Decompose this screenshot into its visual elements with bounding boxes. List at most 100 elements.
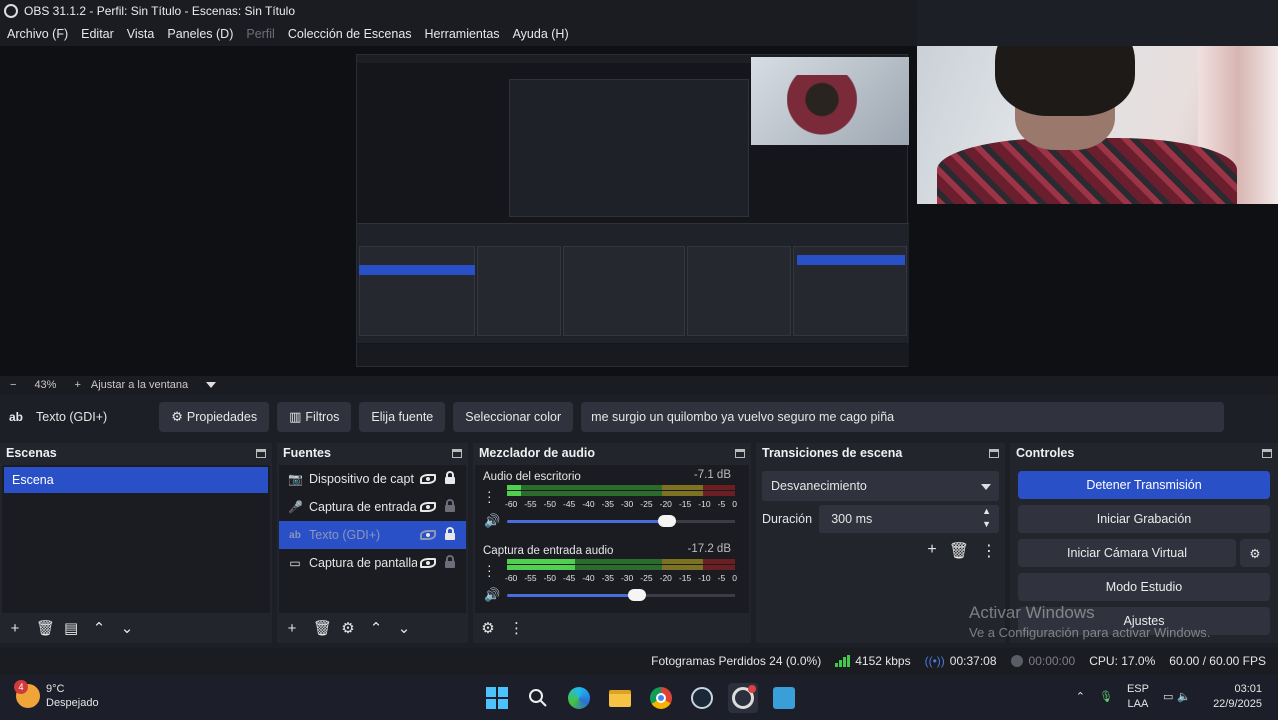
start-recording-button[interactable]: Iniciar Grabación	[1018, 505, 1270, 533]
windows-start-icon[interactable]	[482, 683, 512, 713]
stop-streaming-button[interactable]: Detener Transmisión	[1018, 471, 1270, 499]
scenes-dock: Escenas Escena + 🗑 ▤ ⌃ ⌄	[0, 443, 272, 643]
meter-tick-label: -20	[659, 573, 672, 583]
source-item[interactable]: 📷 Dispositivo de capt	[279, 465, 466, 493]
volume-icon[interactable]: 🔈	[1177, 690, 1191, 705]
gear-icon[interactable]: ⚙	[341, 619, 355, 637]
scene-item[interactable]: Escena	[4, 467, 268, 493]
microphone-icon[interactable]: 🎙	[1099, 690, 1113, 705]
add-icon[interactable]: +	[927, 541, 936, 561]
color-button[interactable]: Seleccionar color	[453, 402, 574, 432]
more-icon[interactable]: ⋮	[981, 541, 997, 561]
clock[interactable]: 03:01 22/9/2025	[1213, 682, 1262, 712]
source-item-selected[interactable]: ab Texto (GDI+)	[279, 521, 466, 549]
filters-button[interactable]: ▥ Filtros	[277, 402, 352, 432]
zoom-dropdown-icon[interactable]	[206, 382, 217, 388]
language-indicator[interactable]: ESP LAA	[1127, 682, 1149, 712]
studio-mode-button[interactable]: Modo Estudio	[1018, 573, 1270, 601]
chevron-up-icon[interactable]: ⌃	[369, 619, 383, 637]
lock-icon[interactable]	[445, 555, 455, 568]
rec-time-value: 00:00:00	[1028, 654, 1076, 668]
lock-icon[interactable]	[445, 471, 455, 484]
search-icon[interactable]	[523, 683, 553, 713]
lock-icon[interactable]	[445, 527, 455, 540]
chevron-down-icon[interactable]: ▼	[982, 519, 991, 529]
weather-widget[interactable]: 4 9°C Despejado	[14, 680, 99, 710]
eye-icon[interactable]	[420, 556, 436, 570]
zoom-in-button[interactable]: +	[74, 379, 80, 391]
advanced-audio-icon[interactable]: ⚙	[481, 619, 495, 637]
trash-icon[interactable]: 🗑	[36, 619, 55, 637]
speaker-icon[interactable]: 🔊	[484, 587, 500, 603]
obs-logo-icon	[4, 4, 18, 18]
chevron-up-icon[interactable]: ⌃	[1076, 690, 1085, 705]
preview-canvas[interactable]	[0, 46, 1278, 376]
app-icon[interactable]	[769, 683, 799, 713]
menu-herramientas[interactable]: Herramientas	[425, 27, 500, 41]
chevron-down-icon[interactable]: ⌄	[120, 619, 134, 637]
add-icon[interactable]: +	[8, 620, 22, 637]
meter-tick-label: -5	[717, 573, 726, 583]
clock-time: 03:01	[1234, 683, 1262, 695]
meter-ticks: -60 -55 -50 -45 -40 -35 -30 -25 -20 -15 -10 -5 0	[505, 573, 737, 583]
undock-icon[interactable]	[1262, 448, 1272, 458]
virtual-camera-settings-button[interactable]: ⚙	[1240, 539, 1270, 567]
duration-spinbox[interactable]: 300 ms ▲ ▼	[819, 505, 999, 533]
add-icon[interactable]: +	[285, 620, 299, 637]
undock-icon[interactable]	[256, 448, 266, 458]
chevron-up-icon[interactable]: ⌃	[92, 619, 106, 637]
menu-paneles[interactable]: Paneles (D)	[167, 27, 233, 41]
more-icon[interactable]: · · ·	[487, 558, 492, 582]
menu-coleccion-escenas[interactable]: Colección de Escenas	[288, 27, 412, 41]
meter-tick-label: -15	[678, 573, 692, 583]
zoom-out-button[interactable]: −	[10, 379, 16, 391]
meter-tick-label: -5	[717, 499, 726, 509]
eye-icon[interactable]	[420, 500, 436, 514]
zoom-fit-label[interactable]: Ajustar a la ventana	[91, 379, 188, 391]
transition-select[interactable]: Desvanecimiento	[762, 471, 999, 501]
meter-tick-label: -15	[678, 499, 692, 509]
more-icon[interactable]: · · ·	[487, 484, 492, 508]
menu-archivo[interactable]: Archivo (F)	[7, 27, 68, 41]
font-button[interactable]: Elija fuente	[359, 402, 446, 432]
volume-slider-knob[interactable]	[657, 515, 676, 527]
chrome-icon[interactable]	[646, 683, 676, 713]
volume-slider-knob[interactable]	[627, 589, 646, 601]
undock-icon[interactable]	[989, 448, 999, 458]
edge-browser-icon[interactable]	[564, 683, 594, 713]
dropped-frames: Fotogramas Perdidos 24 (0.0%)	[651, 654, 822, 668]
speaker-icon[interactable]: 🔊	[484, 513, 500, 529]
text-content-field[interactable]: me surgio un quilombo ya vuelvo seguro m…	[581, 402, 1225, 432]
undock-icon[interactable]	[452, 448, 462, 458]
volume-fill	[507, 594, 637, 597]
undock-icon[interactable]	[735, 448, 745, 458]
menu-editar[interactable]: Editar	[81, 27, 114, 41]
start-virtual-camera-button[interactable]: Iniciar Cámara Virtual	[1018, 539, 1236, 567]
filter-icon[interactable]: ▤	[64, 619, 78, 637]
menu-ayuda[interactable]: Ayuda (H)	[513, 27, 569, 41]
eye-icon[interactable]	[420, 472, 436, 486]
obs-taskbar-icon[interactable]	[728, 683, 758, 713]
broadcast-icon: ((•))	[924, 654, 945, 668]
source-item[interactable]: ▭ Captura de pantalla	[279, 549, 466, 577]
file-explorer-icon[interactable]	[605, 683, 635, 713]
chevron-up-icon[interactable]: ▲	[982, 506, 991, 516]
meter-tick-label: 0	[732, 573, 737, 583]
volume-fill	[507, 520, 667, 523]
chevron-down-icon[interactable]: ⌄	[397, 619, 411, 637]
trash-icon[interactable]: 🗑	[313, 619, 332, 637]
eye-hidden-icon[interactable]	[420, 528, 436, 542]
menu-vista[interactable]: Vista	[127, 27, 155, 41]
trash-icon[interactable]: 🗑	[949, 541, 969, 561]
lock-icon[interactable]	[445, 499, 455, 512]
source-item[interactable]: 🎤 Captura de entrada	[279, 493, 466, 521]
properties-button[interactable]: ⚙ Propiedades	[159, 402, 270, 432]
more-icon[interactable]: ⋮	[509, 619, 524, 637]
filter-icon: ▥	[289, 409, 302, 424]
bitrate-value: 4152 kbps	[855, 654, 911, 668]
source-name: Captura de pantalla	[309, 556, 417, 570]
network-icon[interactable]: ▭	[1163, 690, 1173, 705]
language-code: ESP	[1126, 683, 1149, 695]
weather-condition: Despejado	[46, 697, 99, 709]
steam-icon[interactable]	[687, 683, 717, 713]
